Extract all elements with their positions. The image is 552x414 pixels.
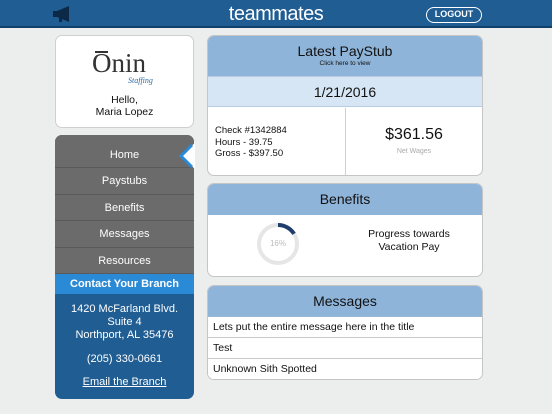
paystub-header[interactable]: Latest PayStub Click here to view (208, 36, 482, 76)
paystub-subtitle[interactable]: Click here to view (208, 60, 482, 67)
company-logo: Onin Staffing (92, 48, 153, 85)
paystub-details: Check #1342884 Hours - 39.75 Gross - $39… (215, 125, 287, 160)
greeting-text: Hello, (111, 94, 138, 106)
nav-item-paystubs[interactable]: Paystubs (55, 168, 194, 195)
messages-title[interactable]: Messages (208, 286, 482, 317)
messages-panel: Messages Lets put the entire message her… (207, 285, 483, 380)
paystub-panel[interactable]: Latest PayStub Click here to view 1/21/2… (207, 35, 483, 176)
paystub-title: Latest PayStub (297, 43, 393, 59)
net-wages-amount: $361.56 (385, 126, 443, 143)
contact-heading: Contact Your Branch (55, 274, 194, 294)
nav-item-benefits[interactable]: Benefits (55, 195, 194, 221)
top-bar: teammates LOGOUT (0, 0, 552, 28)
email-branch-link[interactable]: Email the Branch (55, 376, 194, 388)
vacation-progress-label: Progress towards Vacation Pay (368, 228, 450, 253)
nav-item-resources[interactable]: Resources (55, 248, 194, 274)
sidebar-nav: Home Paystubs Benefits Messages Resource… (55, 135, 194, 399)
paystub-date: 1/21/2016 (208, 76, 482, 107)
logout-button[interactable]: LOGOUT (426, 7, 482, 23)
progress-percent: 16% (269, 239, 286, 248)
gross-pay: Gross - $397.50 (215, 148, 284, 159)
chevron-left-icon (179, 143, 195, 169)
branch-phone[interactable]: (205) 330-0661 (55, 353, 194, 365)
message-item[interactable]: Test (208, 338, 482, 359)
check-number: Check #1342884 (215, 125, 287, 136)
nav-item-home[interactable]: Home (55, 135, 194, 168)
user-name: Maria Lopez (95, 106, 154, 118)
branch-contact: 1420 McFarland Blvd. Suite 4 Northport, … (55, 294, 194, 388)
profile-card: Onin Staffing Hello, Maria Lopez (55, 35, 194, 128)
nav-item-messages[interactable]: Messages (55, 221, 194, 248)
message-item[interactable]: Unknown Sith Spotted (208, 359, 482, 379)
hours-worked: Hours - 39.75 (215, 136, 273, 148)
benefits-panel[interactable]: Benefits 16% Progress towards Vacation P… (207, 183, 483, 277)
benefits-title[interactable]: Benefits (208, 184, 482, 215)
net-wages-label: Net Wages (396, 148, 432, 155)
branch-address: 1420 McFarland Blvd. Suite 4 Northport, … (71, 303, 178, 341)
greeting: Hello, Maria Lopez (56, 94, 193, 118)
message-item[interactable]: Lets put the entire message here in the … (208, 317, 482, 338)
